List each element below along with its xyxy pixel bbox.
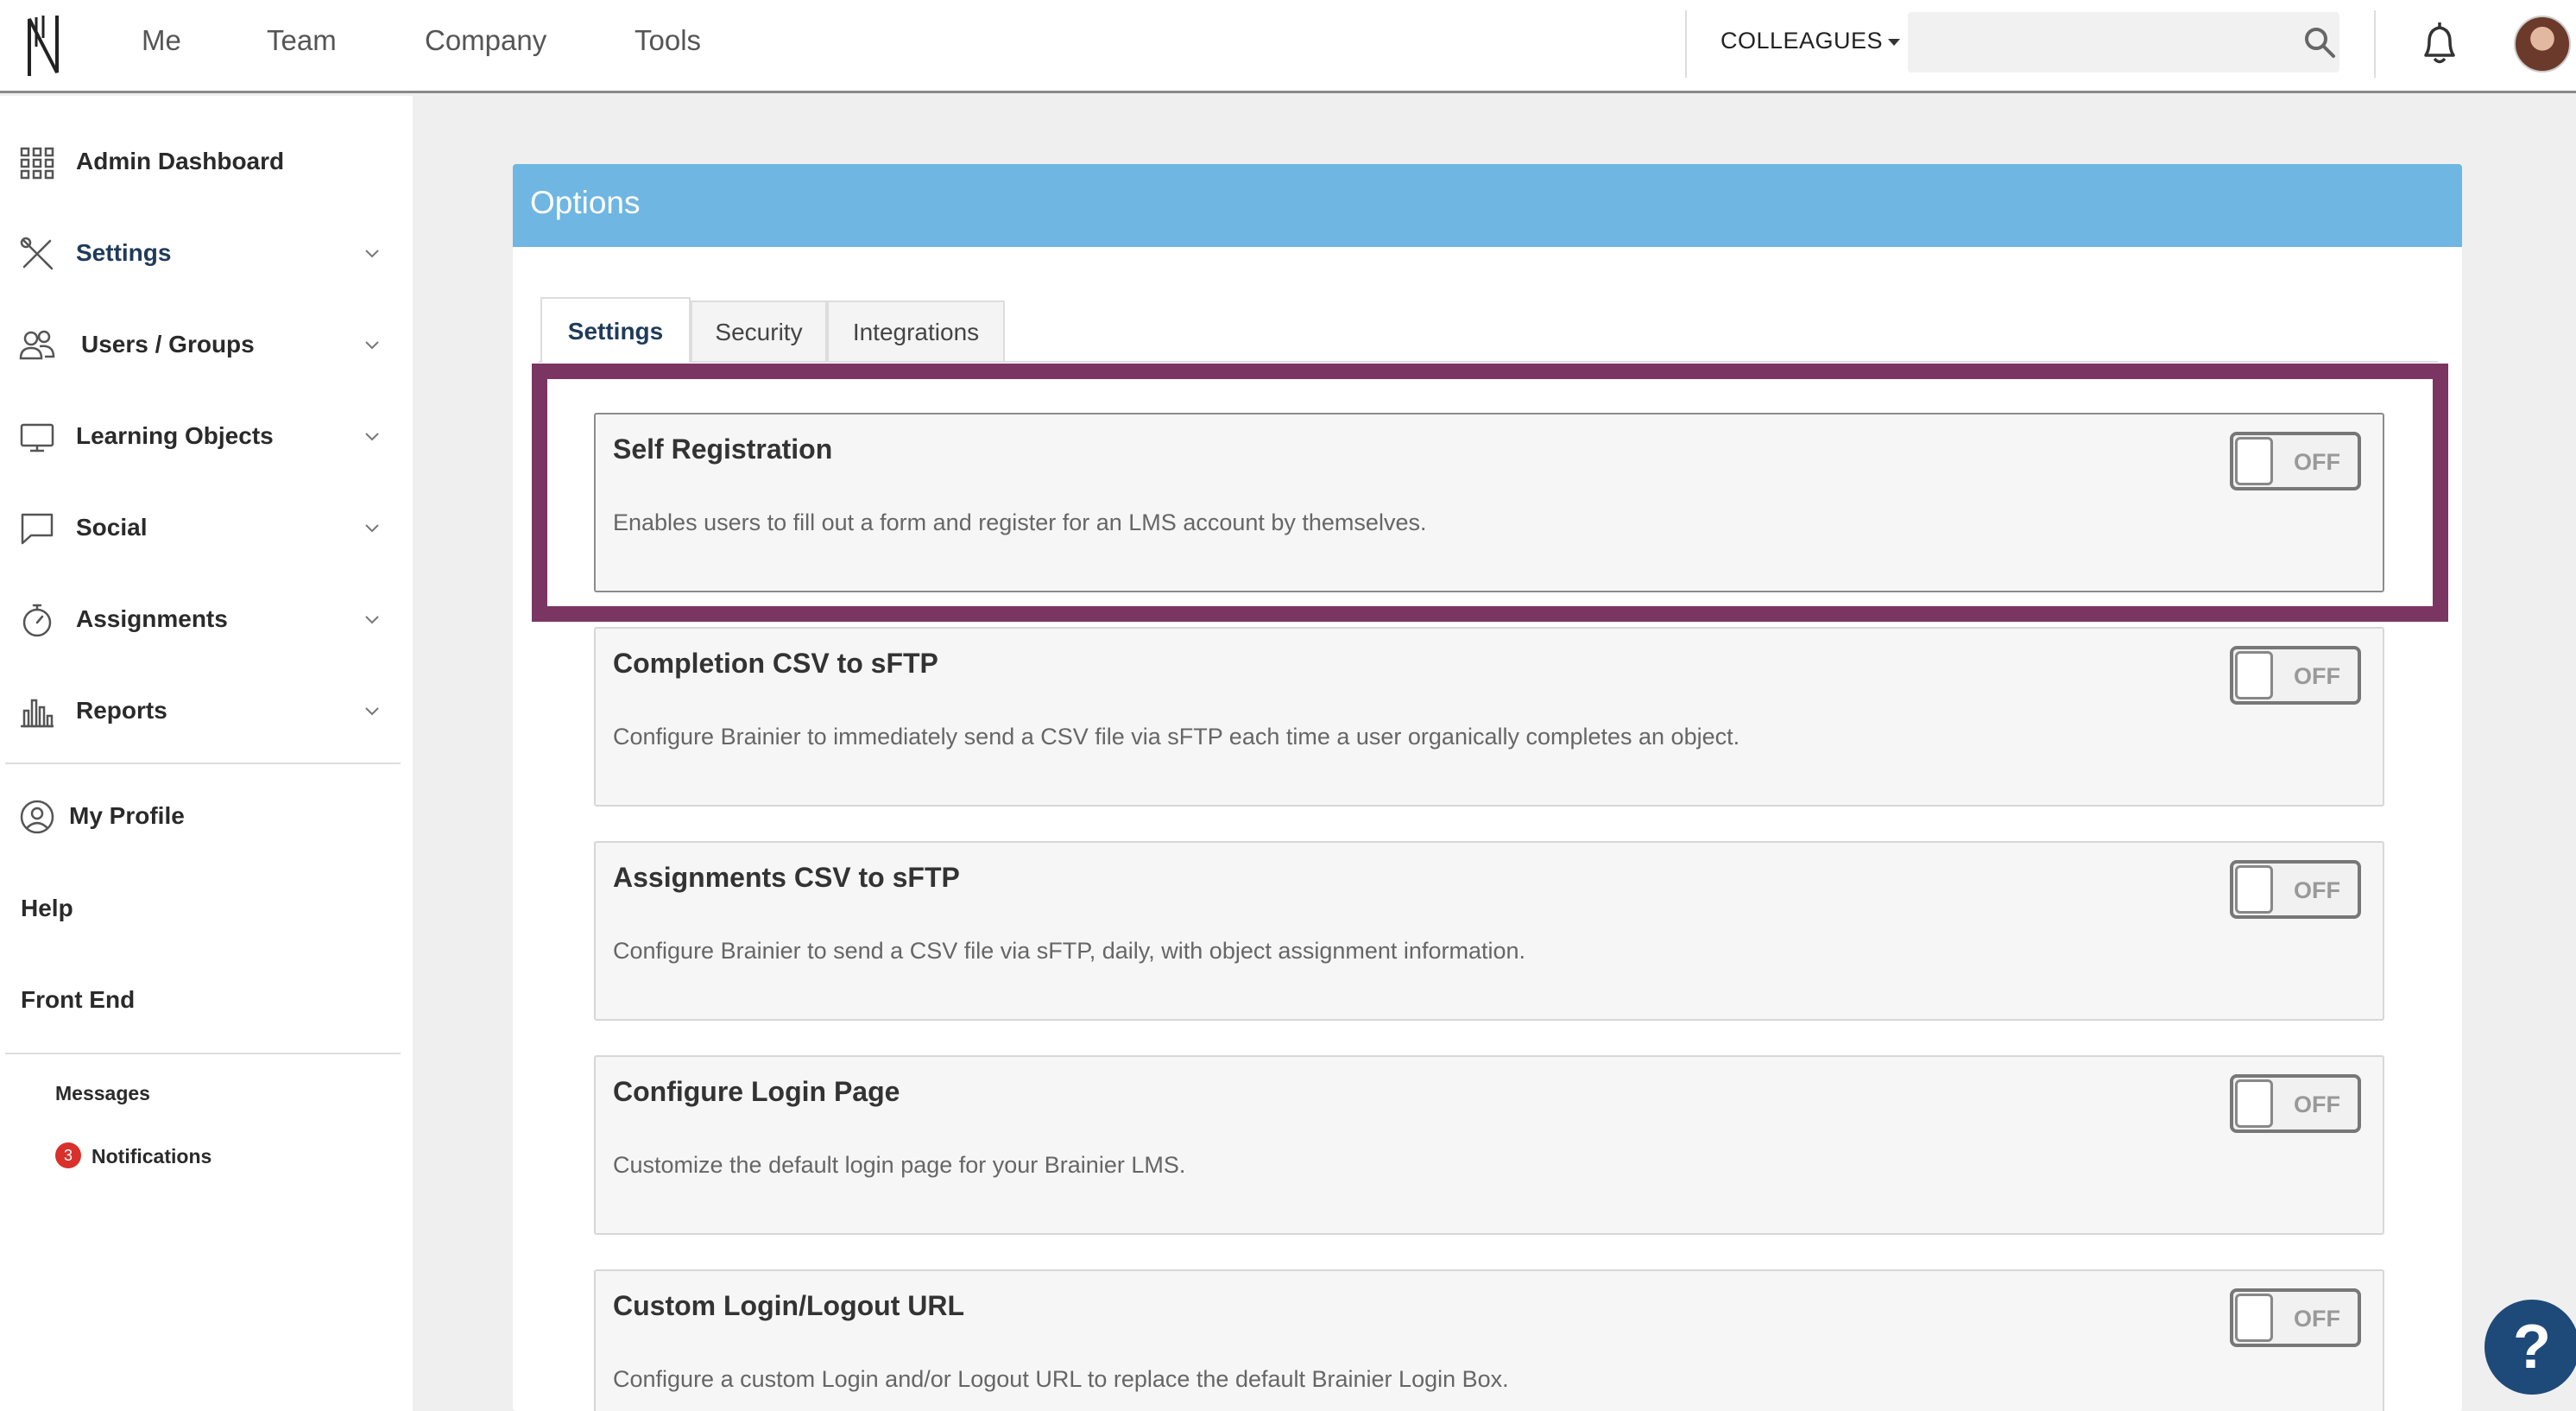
option-title: Self Registration — [613, 433, 833, 465]
sidebar-item-settings[interactable]: Settings — [0, 218, 406, 288]
sidebar-item-label: Reports — [76, 697, 167, 724]
assignments-csv-toggle[interactable]: OFF — [2230, 860, 2361, 919]
sidebar-item-notifications[interactable]: Notifications — [92, 1145, 212, 1168]
help-button[interactable]: ? — [2484, 1300, 2576, 1395]
option-title: Completion CSV to sFTP — [613, 648, 938, 679]
sidebar-item-front-end[interactable]: Front End — [21, 986, 135, 1014]
sidebar-item-label: Admin Dashboard — [76, 148, 285, 174]
search-icon[interactable] — [2303, 26, 2336, 59]
custom-login-logout-url-toggle[interactable]: OFF — [2230, 1288, 2361, 1347]
sidebar-item-learning-objects[interactable]: Learning Objects — [0, 402, 406, 471]
toggle-state: OFF — [2294, 449, 2340, 475]
tabs-underline — [539, 361, 2438, 363]
sidebar-divider — [5, 762, 401, 764]
panel-header: Options — [513, 164, 2462, 247]
notification-count-badge: 3 — [55, 1142, 81, 1168]
toggle-state: OFF — [2294, 1306, 2340, 1332]
avatar[interactable] — [2514, 16, 2571, 73]
option-description: Customize the default login page for you… — [613, 1152, 1186, 1178]
sidebar-item-admin-dashboard[interactable]: Admin Dashboard — [0, 127, 406, 196]
completion-csv-toggle[interactable]: OFF — [2230, 646, 2361, 705]
sidebar-item-social[interactable]: Social — [0, 493, 406, 562]
toggle-knob — [2235, 437, 2273, 485]
chevron-down-icon — [365, 250, 379, 258]
toggle-knob — [2235, 1079, 2273, 1128]
tools-icon — [20, 237, 54, 270]
search-input[interactable] — [1908, 12, 2339, 73]
user-circle-icon — [20, 800, 54, 834]
chevron-down-icon — [365, 341, 379, 350]
colleagues-dropdown[interactable]: COLLEAGUES — [1720, 28, 1901, 54]
tab-settings[interactable]: Settings — [540, 297, 691, 363]
chevron-down-icon — [365, 707, 379, 716]
option-title: Custom Login/Logout URL — [613, 1290, 965, 1321]
sidebar-item-label: Settings — [76, 239, 172, 266]
sidebar-item-messages[interactable]: Messages — [55, 1082, 150, 1105]
monitor-icon — [20, 423, 54, 452]
chevron-down-icon — [365, 433, 379, 441]
toggle-knob — [2235, 1294, 2273, 1342]
bar-chart-icon — [21, 699, 54, 728]
top-bar: Me Team Company Tools COLLEAGUES — [0, 0, 2576, 93]
sidebar-item-help[interactable]: Help — [21, 895, 73, 922]
sidebar-item-my-profile[interactable]: My Profile — [0, 781, 406, 851]
nav-me[interactable]: Me — [142, 24, 181, 57]
option-title: Assignments CSV to sFTP — [613, 862, 960, 893]
sidebar: Admin Dashboard Settings Users / Groups … — [0, 96, 413, 1411]
sidebar-item-label: Learning Objects — [76, 422, 274, 449]
sidebar-item-label: Assignments — [76, 605, 228, 632]
option-card-configure-login-page: Configure Login Page Customize the defau… — [594, 1055, 2384, 1235]
option-description: Enables users to fill out a form and reg… — [613, 509, 1427, 535]
options-panel: Options Settings Security Integrations S… — [513, 164, 2462, 1411]
chevron-down-icon — [365, 524, 379, 533]
divider — [1685, 10, 1687, 78]
colleagues-label: COLLEAGUES — [1720, 28, 1884, 54]
toggle-state: OFF — [2294, 877, 2340, 903]
sidebar-item-reports[interactable]: Reports — [0, 676, 406, 745]
option-description: Configure Brainier to immediately send a… — [613, 724, 1740, 750]
bell-icon[interactable] — [2415, 19, 2464, 67]
option-description: Configure Brainier to send a CSV file vi… — [613, 938, 1525, 964]
users-icon — [19, 330, 55, 360]
divider — [2374, 10, 2376, 78]
grid-icon — [20, 147, 54, 180]
toggle-knob — [2235, 651, 2273, 699]
nav-team[interactable]: Team — [267, 24, 337, 57]
sidebar-item-label: Users / Groups — [81, 331, 255, 357]
nav-tools[interactable]: Tools — [635, 24, 701, 57]
option-title: Configure Login Page — [613, 1076, 900, 1107]
chevron-down-icon — [365, 616, 379, 624]
option-card-self-registration: Self Registration Enables users to fill … — [594, 413, 2384, 592]
panel-title: Options — [530, 185, 641, 220]
option-description: Configure a custom Login and/or Logout U… — [613, 1366, 1509, 1392]
option-card-completion-csv: Completion CSV to sFTP Configure Brainie… — [594, 627, 2384, 807]
option-card-custom-login-logout-url: Custom Login/Logout URL Configure a cust… — [594, 1269, 2384, 1411]
toggle-knob — [2235, 865, 2273, 914]
tab-integrations[interactable]: Integrations — [827, 301, 1005, 361]
nav-company[interactable]: Company — [425, 24, 546, 57]
chat-icon — [21, 513, 54, 545]
stopwatch-icon — [22, 604, 52, 637]
sidebar-item-assignments[interactable]: Assignments — [0, 585, 406, 654]
caret-down-icon — [1888, 38, 1901, 46]
self-registration-toggle[interactable]: OFF — [2230, 432, 2361, 490]
configure-login-page-toggle[interactable]: OFF — [2230, 1074, 2361, 1133]
option-card-assignments-csv: Assignments CSV to sFTP Configure Braini… — [594, 841, 2384, 1021]
tab-security[interactable]: Security — [691, 301, 827, 361]
sidebar-item-label: My Profile — [69, 802, 185, 829]
sidebar-item-users-groups[interactable]: Users / Groups — [0, 310, 406, 379]
brainier-logo[interactable] — [24, 12, 62, 78]
sidebar-divider — [5, 1053, 401, 1054]
sidebar-item-label: Social — [76, 514, 148, 541]
toggle-state: OFF — [2294, 1091, 2340, 1117]
toggle-state: OFF — [2294, 663, 2340, 689]
